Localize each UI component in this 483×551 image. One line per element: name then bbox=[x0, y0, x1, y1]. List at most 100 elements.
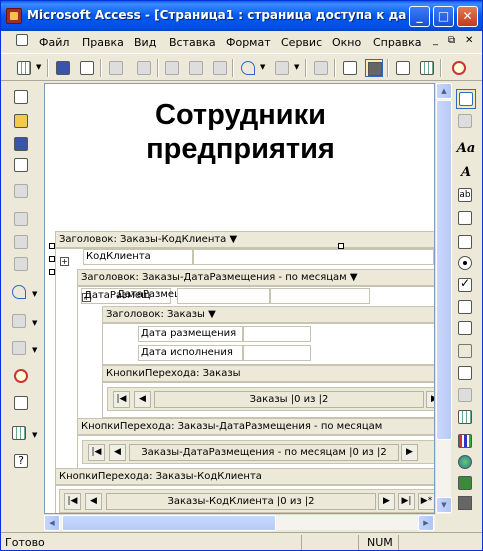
minimize-button[interactable]: _ bbox=[409, 6, 430, 27]
paste-icon[interactable] bbox=[12, 255, 32, 275]
hyperlink-icon[interactable] bbox=[12, 367, 32, 387]
next-record-icon[interactable]: ▶ bbox=[401, 444, 418, 461]
date-group-field-2[interactable] bbox=[270, 288, 370, 304]
nav-bar-date[interactable]: |◀ ◀ Заказы-ДатаРазмещения - по месяцам … bbox=[82, 440, 434, 464]
expand-icon[interactable]: + bbox=[60, 257, 69, 266]
document-menu-icon[interactable] bbox=[15, 33, 31, 49]
print-icon[interactable] bbox=[135, 59, 153, 77]
prev-record-icon[interactable]: ◀ bbox=[109, 444, 126, 461]
save-disk-icon[interactable] bbox=[12, 135, 32, 155]
paste-icon[interactable] bbox=[211, 59, 229, 77]
menu-help[interactable]: Справка bbox=[373, 36, 421, 49]
copy-icon[interactable] bbox=[187, 59, 205, 77]
selection-handle[interactable] bbox=[49, 256, 55, 262]
mdi-minimize-icon[interactable]: _ bbox=[433, 35, 438, 46]
hyperlink-tool-icon[interactable] bbox=[456, 453, 476, 473]
redo-dropdown-icon[interactable]: ▼ bbox=[294, 63, 299, 71]
print-preview-icon[interactable] bbox=[12, 182, 32, 202]
web-preview-icon[interactable] bbox=[78, 59, 96, 77]
label-tool-icon[interactable]: Aa bbox=[456, 139, 476, 159]
date-done-label[interactable]: Дата исполнения bbox=[138, 345, 243, 361]
textbox-tool-icon[interactable]: ab bbox=[456, 186, 476, 206]
back-icon[interactable] bbox=[312, 59, 330, 77]
next-record-icon[interactable]: ▶ bbox=[426, 391, 434, 408]
select-pointer-icon[interactable] bbox=[456, 89, 476, 109]
nav-bar-orders[interactable]: |◀ ◀ Заказы |0 из |2 ▶ bbox=[107, 387, 434, 411]
menu-tools[interactable]: Сервис bbox=[281, 36, 322, 49]
hyperlink-icon[interactable] bbox=[450, 59, 468, 77]
undo-icon[interactable] bbox=[10, 283, 30, 303]
selection-handle[interactable] bbox=[49, 269, 55, 275]
scroll-left-icon[interactable]: ◀ bbox=[44, 515, 60, 531]
option-button-icon[interactable] bbox=[456, 254, 476, 274]
nav-header-client[interactable]: КнопкиПерехода: Заказы-КодКлиента bbox=[55, 468, 434, 485]
section-header-orders[interactable]: Заголовок: Заказы ▼ bbox=[102, 306, 434, 323]
copy-icon[interactable] bbox=[12, 233, 32, 253]
client-id-label[interactable]: КодКлиента bbox=[83, 249, 193, 265]
list-box-icon[interactable] bbox=[456, 319, 476, 339]
page-title[interactable]: Сотрудники предприятия bbox=[45, 98, 434, 166]
nav-header-date[interactable]: КнопкиПерехода: Заказы-ДатаРазмещения - … bbox=[77, 418, 434, 435]
code-icon[interactable] bbox=[418, 59, 436, 77]
access-app-icon[interactable] bbox=[6, 8, 22, 24]
office-links-icon[interactable] bbox=[10, 312, 30, 332]
close-button[interactable]: ✕ bbox=[457, 6, 478, 27]
menu-format[interactable]: Формат bbox=[226, 36, 271, 49]
section-header-date[interactable]: Заголовок: Заказы-ДатаРазмещения - по ме… bbox=[77, 269, 434, 286]
nav-bar-tool-icon[interactable] bbox=[456, 386, 476, 406]
menu-insert[interactable]: Вставка bbox=[169, 36, 216, 49]
scroll-down-icon[interactable]: ▼ bbox=[436, 497, 452, 513]
mdi-close-icon[interactable]: ✕ bbox=[465, 35, 473, 46]
first-record-icon[interactable]: |◀ bbox=[88, 444, 105, 461]
horizontal-scroll-thumb[interactable] bbox=[62, 515, 276, 531]
maximize-button[interactable]: □ bbox=[433, 6, 454, 27]
image-tool-icon[interactable] bbox=[456, 364, 476, 384]
nav-header-orders[interactable]: КнопкиПерехода: Заказы bbox=[102, 365, 434, 382]
dropdown-list-icon[interactable] bbox=[456, 298, 476, 318]
scrolling-text-icon[interactable] bbox=[456, 209, 476, 229]
prev-record-icon[interactable]: ◀ bbox=[85, 493, 102, 510]
first-record-icon[interactable]: |◀ bbox=[64, 493, 81, 510]
date-done-field[interactable] bbox=[243, 345, 311, 361]
section-header-client[interactable]: Заголовок: Заказы-КодКлиента ▼ bbox=[55, 231, 434, 248]
analyze-dropdown-icon[interactable]: ▼ bbox=[32, 346, 37, 354]
more-controls-icon[interactable] bbox=[456, 494, 476, 514]
menu-file[interactable]: Файл bbox=[39, 36, 69, 49]
office-links-dropdown-icon[interactable]: ▼ bbox=[32, 319, 37, 327]
new-object-icon[interactable] bbox=[10, 424, 30, 444]
save-icon[interactable] bbox=[54, 59, 72, 77]
menu-view[interactable]: Вид bbox=[134, 36, 156, 49]
mdi-restore-icon[interactable]: ⧉ bbox=[448, 35, 455, 46]
open-folder-icon[interactable] bbox=[12, 112, 32, 132]
expand-toggle-icon[interactable] bbox=[456, 233, 476, 253]
cut-icon[interactable] bbox=[163, 59, 181, 77]
command-button-icon[interactable] bbox=[456, 342, 476, 362]
file-search-icon[interactable] bbox=[107, 59, 125, 77]
bound-html-icon[interactable]: A bbox=[456, 163, 476, 183]
analyze-icon[interactable] bbox=[10, 339, 30, 359]
scroll-right-icon[interactable]: ▶ bbox=[418, 515, 434, 531]
date-placed-label[interactable]: Дата размещения bbox=[138, 326, 243, 342]
pivot-table-icon[interactable] bbox=[456, 408, 476, 428]
cut-icon[interactable] bbox=[12, 210, 32, 230]
nav-bar-client[interactable]: |◀ ◀ Заказы-КодКлиента |0 из |2 ▶ ▶| ▶* bbox=[59, 489, 434, 513]
properties-icon[interactable] bbox=[12, 394, 32, 414]
chart-tool-icon[interactable] bbox=[456, 432, 476, 452]
help-icon[interactable]: ? bbox=[12, 452, 32, 472]
undo-dropdown-icon[interactable]: ▼ bbox=[32, 290, 37, 298]
title-bar[interactable]: Microsoft Access - [Страница1 : страница… bbox=[1, 1, 482, 31]
date-group-label-overlap[interactable]: ДатаРазмещ bbox=[115, 288, 177, 304]
properties-icon[interactable] bbox=[394, 59, 412, 77]
new-page-icon[interactable] bbox=[12, 88, 32, 108]
menu-window[interactable]: Окно bbox=[332, 36, 361, 49]
new-record-icon[interactable]: ▶* bbox=[418, 493, 434, 510]
horizontal-scrollbar[interactable]: ◀ ▶ bbox=[44, 514, 435, 531]
view-icon[interactable] bbox=[15, 59, 33, 77]
menu-edit[interactable]: Правка bbox=[82, 36, 124, 49]
date-placed-field[interactable] bbox=[243, 326, 311, 342]
undo-dropdown-icon[interactable]: ▼ bbox=[260, 63, 265, 71]
view-dropdown-icon[interactable]: ▼ bbox=[36, 63, 41, 71]
page-design-area[interactable]: Сотрудники предприятия Заголовок: Заказы… bbox=[44, 83, 435, 514]
undo-icon[interactable] bbox=[239, 59, 257, 77]
redo-icon[interactable] bbox=[273, 59, 291, 77]
